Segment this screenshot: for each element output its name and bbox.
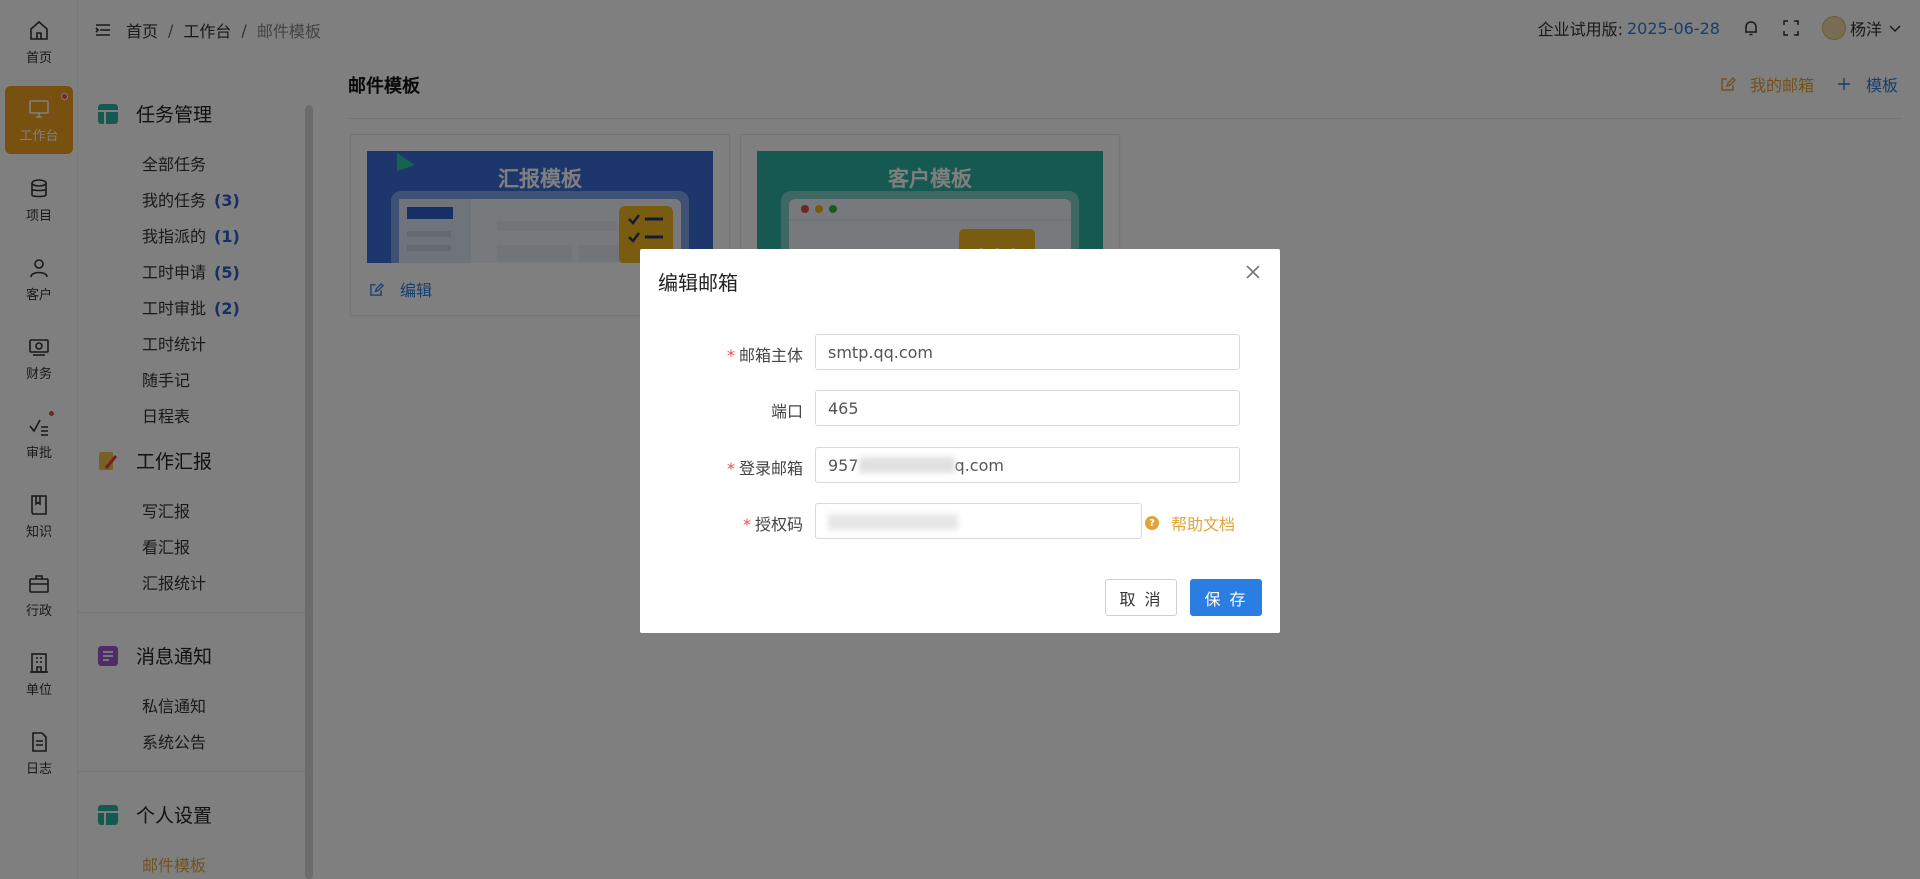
port-input[interactable] — [815, 390, 1240, 426]
host-input[interactable] — [815, 334, 1240, 370]
required-mark: * — [726, 459, 735, 478]
form-row-port: 端口 — [640, 390, 1280, 426]
help-doc-link[interactable]: ? 帮助文档 — [1145, 511, 1235, 535]
edit-mailbox-dialog: 编辑邮箱 *邮箱主体 端口 *登录邮箱 957 q.com *授权码 ? 帮助文… — [640, 249, 1280, 633]
redacted-region — [828, 514, 958, 530]
login-email-input[interactable]: 957 q.com — [815, 447, 1240, 483]
redacted-region — [858, 457, 955, 473]
auth-label: * 授权码 — [742, 515, 803, 534]
required-mark: * — [726, 346, 735, 365]
login-email-prefix: 957 — [828, 455, 859, 475]
form-row-auth: * 授权码 ? 帮助文档 — [640, 503, 1280, 539]
host-label: * 邮箱主体 — [726, 346, 803, 365]
dialog-title: 编辑邮箱 — [658, 271, 738, 295]
close-icon[interactable] — [1244, 263, 1262, 281]
login-email-suffix: q.com — [954, 455, 1004, 475]
question-icon: ? — [1145, 516, 1159, 530]
cancel-button[interactable]: 取 消 — [1105, 579, 1177, 616]
required-mark: * — [742, 515, 751, 534]
login-label: * 登录邮箱 — [726, 459, 803, 478]
auth-code-input[interactable] — [815, 503, 1142, 539]
port-label: 端口 — [770, 402, 803, 421]
form-row-login: * 登录邮箱 957 q.com — [640, 447, 1280, 483]
save-button[interactable]: 保 存 — [1190, 579, 1262, 616]
form-row-host: * 邮箱主体 — [640, 334, 1280, 370]
